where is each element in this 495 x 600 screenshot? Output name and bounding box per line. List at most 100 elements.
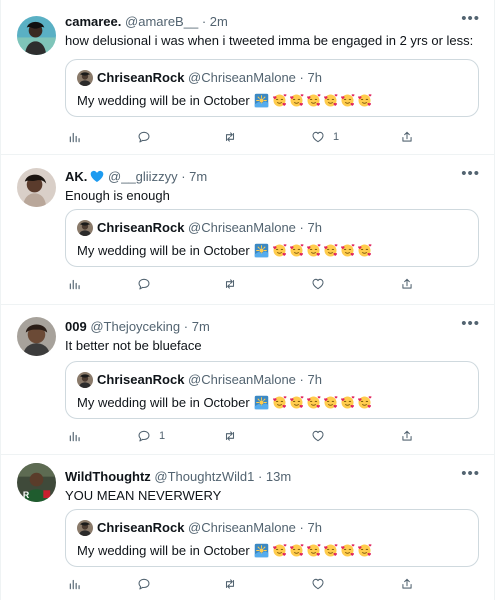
quoted-tweet[interactable]: ChriseanRock @ChriseanMalone · 7h My wed… [65, 361, 479, 419]
quoted-text: My wedding will be in October [77, 395, 250, 410]
share-icon [400, 277, 414, 291]
more-icon[interactable]: ••• [461, 315, 480, 332]
quoted-tweet[interactable]: ChriseanRock @ChriseanMalone · 7h My wed… [65, 509, 479, 567]
quoted-display-name: ChriseanRock [97, 520, 185, 535]
quoted-username: @ChriseanMalone [188, 520, 296, 535]
quoted-header: ChriseanRock @ChriseanMalone · 7h [77, 520, 322, 536]
retweet-button[interactable] [223, 429, 237, 443]
share-button[interactable] [400, 577, 414, 591]
reply-button[interactable] [137, 277, 159, 291]
svg-text:R: R [23, 490, 30, 500]
display-name[interactable]: WildThoughtz [65, 469, 151, 484]
action-bar: 1 [65, 130, 425, 148]
analytics-icon [68, 277, 82, 291]
username[interactable]: @__gliizzyy [108, 169, 178, 184]
like-button[interactable]: 1 [311, 130, 339, 144]
quoted-text-row: My wedding will be in October [77, 92, 374, 109]
tweet-card[interactable]: AK. @__gliizzyy · 7m ••• Enough is enoug… [1, 155, 494, 305]
quoted-avatar [77, 220, 93, 236]
quoted-display-name: ChriseanRock [97, 372, 185, 387]
quoted-timestamp: 7h [307, 520, 322, 535]
reply-count: 1 [159, 430, 166, 442]
analytics-button[interactable] [68, 429, 82, 443]
separator: · [201, 14, 207, 29]
retweet-icon [223, 577, 237, 591]
quoted-username: @ChriseanMalone [188, 372, 296, 387]
quoted-timestamp: 7h [307, 372, 322, 387]
like-icon [311, 277, 325, 291]
analytics-icon [68, 130, 82, 144]
reply-button[interactable]: 1 [137, 429, 165, 443]
share-icon [400, 429, 414, 443]
analytics-icon [68, 577, 82, 591]
username[interactable]: @ThoughtzWild1 [154, 469, 254, 484]
timestamp[interactable]: 7m [192, 319, 210, 334]
like-button[interactable] [311, 277, 333, 291]
avatar[interactable] [17, 317, 56, 356]
reply-button[interactable] [137, 130, 159, 144]
retweet-icon [223, 130, 237, 144]
smiling-face-with-hearts-icon [323, 93, 338, 108]
smiling-face-with-hearts-icon [357, 543, 372, 558]
retweet-button[interactable] [223, 277, 237, 291]
more-icon[interactable]: ••• [461, 465, 480, 482]
action-bar: 1 [65, 429, 425, 447]
share-button[interactable] [400, 277, 414, 291]
smiling-face-with-hearts-icon [357, 243, 372, 258]
analytics-button[interactable] [68, 130, 82, 144]
analytics-button[interactable] [68, 577, 82, 591]
analytics-button[interactable] [68, 277, 82, 291]
smiling-face-with-hearts-icon [357, 93, 372, 108]
share-button[interactable] [400, 429, 414, 443]
avatar[interactable] [17, 16, 56, 55]
smiling-face-with-hearts-icon [272, 395, 287, 410]
reply-icon [137, 429, 151, 443]
avatar[interactable] [17, 168, 56, 207]
smiling-face-with-hearts-icon [323, 543, 338, 558]
like-button[interactable] [311, 577, 333, 591]
share-button[interactable] [400, 130, 414, 144]
more-icon[interactable]: ••• [461, 10, 480, 27]
retweet-button[interactable] [223, 130, 237, 144]
smiling-face-with-hearts-icon [306, 543, 321, 558]
retweet-button[interactable] [223, 577, 237, 591]
smiling-face-with-hearts-icon [289, 543, 304, 558]
more-icon[interactable]: ••• [461, 165, 480, 182]
like-count: 1 [333, 131, 340, 143]
emoji-group [254, 93, 374, 108]
timestamp[interactable]: 13m [266, 469, 291, 484]
emoji-group [254, 543, 374, 558]
display-name[interactable]: AK. [65, 169, 87, 184]
smiling-face-with-hearts-icon [323, 243, 338, 258]
reply-button[interactable] [137, 577, 159, 591]
timestamp[interactable]: 2m [210, 14, 228, 29]
timestamp[interactable]: 7m [189, 169, 207, 184]
sunrise-emoji-icon [254, 243, 269, 258]
tweet-header: camaree. @amareB__ · 2m [65, 14, 454, 30]
quoted-avatar [77, 372, 93, 388]
smiling-face-with-hearts-icon [289, 395, 304, 410]
tweet-card[interactable]: 009 @Thejoyceking · 7m ••• It better not… [1, 305, 494, 455]
separator: · [181, 169, 186, 184]
quoted-header: ChriseanRock @ChriseanMalone · 7h [77, 372, 322, 388]
quoted-tweet[interactable]: ChriseanRock @ChriseanMalone · 7h My wed… [65, 59, 479, 117]
smiling-face-with-hearts-icon [306, 243, 321, 258]
tweet-card[interactable]: camaree. @amareB__ · 2m ••• how delusion… [1, 0, 494, 155]
separator: · [299, 220, 304, 235]
sunrise-emoji-icon [254, 93, 269, 108]
quoted-display-name: ChriseanRock [97, 70, 185, 85]
quoted-username: @ChriseanMalone [188, 220, 296, 235]
display-name[interactable]: camaree. [65, 14, 121, 29]
quoted-tweet[interactable]: ChriseanRock @ChriseanMalone · 7h My wed… [65, 209, 479, 267]
username[interactable]: @Thejoyceking [90, 319, 180, 334]
tweet-header: AK. @__gliizzyy · 7m [65, 169, 454, 185]
username[interactable]: @amareB__ [125, 14, 198, 29]
like-button[interactable] [311, 429, 333, 443]
display-name[interactable]: 009 [65, 319, 87, 334]
reply-icon [137, 130, 151, 144]
avatar[interactable]: R [17, 463, 56, 502]
quoted-text-row: My wedding will be in October [77, 542, 374, 559]
smiling-face-with-hearts-icon [340, 93, 355, 108]
tweet-card[interactable]: R WildThoughtz @ThoughtzWild1 · 13m ••• … [1, 455, 494, 600]
smiling-face-with-hearts-icon [289, 93, 304, 108]
